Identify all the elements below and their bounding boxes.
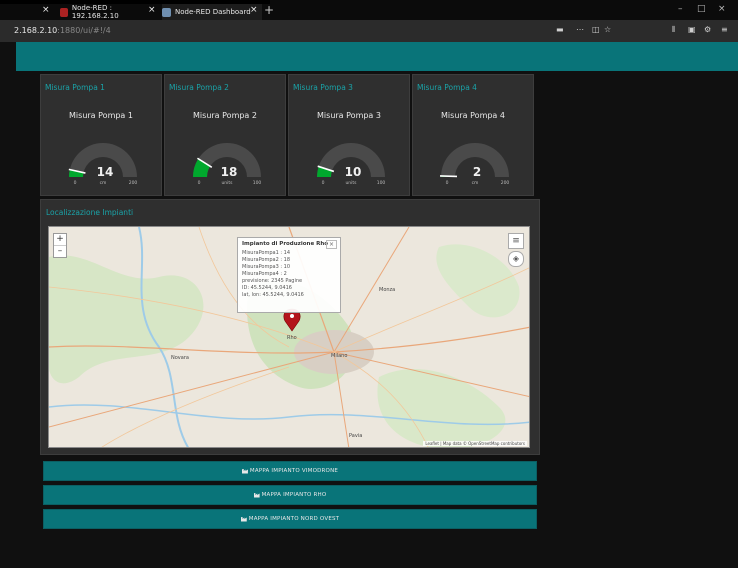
dashboard-favicon-icon <box>162 7 171 17</box>
factory-icon <box>253 492 260 498</box>
bookmark-star-icon[interactable]: ☆ <box>604 25 611 34</box>
gauge-max-label: 100 <box>377 180 386 185</box>
world-map[interactable]: Milano Rho Novara Monza Pavia + – ≡ ◈ × … <box>48 226 530 448</box>
minimize-icon[interactable]: – <box>678 4 683 14</box>
popup-row: MisuraPompa1 : 14 <box>242 250 291 256</box>
popup-row: previsione: 2345 Pagine <box>242 278 303 284</box>
gauge-group-pompa-3: Misura Pompa 3 Misura Pompa 3 10 0 units 10… <box>288 74 410 196</box>
gauge-pompa-1: 14 0 cm 200 <box>68 142 138 185</box>
maximize-icon[interactable]: □ <box>697 4 706 14</box>
popup-close-button[interactable]: × <box>325 240 337 249</box>
button-label: MAPPA IMPIANTO VIMODRONE <box>249 468 339 474</box>
gauge-group-pompa-4: Misura Pompa 4 Misura Pompa 4 2 0 cm 200 <box>412 74 534 196</box>
popup-row: lat, lon: 45.5244, 9.0416 <box>242 292 304 298</box>
gauge-max-label: 200 <box>129 180 138 185</box>
address-bar[interactable]: 2.168.2.10:1880/ui/#!/4 ▬ ⋯ ◫ ☆ ⫴ ▣ ⚙ ≡ <box>0 20 738 42</box>
sidebar-icon[interactable]: ▣ <box>688 25 696 34</box>
group-title: Misura Pompa 1 <box>45 83 105 92</box>
gauge-min-label: 0 <box>446 180 449 185</box>
mappa-impianto-rho-button[interactable]: MAPPA IMPIANTO RHO <box>43 485 537 505</box>
map-park-area <box>436 244 520 318</box>
map-park-area <box>377 369 506 447</box>
map-group: Localizzazione Impianti Milano Rho Novar… <box>40 199 540 455</box>
gauge-label: Misura Pompa 2 <box>193 111 257 120</box>
extension-icon[interactable]: ⚙ <box>704 25 711 34</box>
url-text[interactable]: 2.168.2.10:1880/ui/#!/4 <box>14 26 111 35</box>
gauge-value: 18 <box>221 165 238 179</box>
new-tab-icon[interactable]: + <box>264 3 274 17</box>
gauge-unit-label: units <box>345 180 357 185</box>
map-group-title: Localizzazione Impianti <box>46 208 134 217</box>
gauge-needle <box>439 175 458 178</box>
menu-icon[interactable]: ≡ <box>721 25 728 34</box>
gauge-pompa-4: 2 0 cm 200 <box>439 142 510 185</box>
factory-icon <box>240 516 247 522</box>
gauge-min-label: 0 <box>198 180 201 185</box>
gauge-unit-label: cm <box>100 181 107 185</box>
gauge-min-label: 0 <box>74 180 77 185</box>
page-actions-icon[interactable]: ⋯ <box>576 25 584 34</box>
popup-row: ID: 45.5244, 9.0416 <box>242 285 292 291</box>
factory-icon <box>241 468 248 474</box>
map-popup: × Impianto di Produzione Rho MisuraPompa… <box>237 237 341 313</box>
reader-mode-icon[interactable]: ▬ <box>556 25 564 34</box>
popup-row: MisuraPompa3 : 10 <box>242 264 291 270</box>
popup-row: MisuraPompa4 : 2 <box>242 271 287 277</box>
map-park-area <box>49 255 204 384</box>
gauge-group-pompa-2: Misura Pompa 2 Misura Pompa 2 18 0 units 10… <box>164 74 286 196</box>
tab-close-icon[interactable]: × <box>42 5 50 15</box>
tab-node-red-dashboard[interactable]: Node-RED Dashboard <box>162 4 262 20</box>
node-red-favicon-icon <box>60 7 68 17</box>
map-menu-icon[interactable]: ≡ <box>508 233 524 249</box>
gauge-value: 2 <box>473 165 481 179</box>
gauge-min-label: 0 <box>322 180 325 185</box>
tab-close-icon[interactable]: × <box>148 5 156 15</box>
group-title: Misura Pompa 3 <box>293 83 353 92</box>
button-label: MAPPA IMPIANTO NORD OVEST <box>248 516 340 522</box>
gauge-unit-label: units <box>221 180 233 185</box>
group-title: Misura Pompa 4 <box>417 83 477 92</box>
map-city-label: Monza <box>379 287 396 293</box>
gauge-pompa-3: 100 units 100 <box>317 142 386 185</box>
map-zoom-control: + – <box>53 233 67 258</box>
map-city-label: Pavia <box>349 433 363 439</box>
map-layers-icon[interactable]: ◈ <box>508 251 524 267</box>
map-attribution[interactable]: Leaflet | Map data © OpenStreetMap contr… <box>423 441 527 446</box>
map-city-label: Milano <box>331 353 348 359</box>
dashboard-title-bar <box>16 42 738 71</box>
map-marker-dot <box>290 314 294 318</box>
tab-node-red-editor[interactable]: Node-RED : 192.168.2.10 <box>60 4 150 20</box>
zoom-in-button[interactable]: + <box>54 234 66 246</box>
map-city-label: Novara <box>171 355 189 361</box>
zoom-out-button[interactable]: – <box>54 246 66 257</box>
close-window-icon[interactable]: × <box>718 4 726 14</box>
map-city-label: Rho <box>287 335 297 341</box>
gauge-group-pompa-1: Misura Pompa 1 Misura Pompa 1 14 0 cm 200 <box>40 74 162 196</box>
tab-label: Node-RED Dashboard <box>175 8 251 16</box>
tab-close-icon[interactable]: × <box>250 5 258 15</box>
gauge-pompa-2: 18 0 units 100 <box>193 142 262 185</box>
gauge-max-label: 200 <box>501 180 510 185</box>
browser-tab-bar: × Node-RED : 192.168.2.10 × Node-RED Das… <box>0 0 738 20</box>
tab-label: Node-RED : 192.168.2.10 <box>71 4 119 20</box>
pocket-icon[interactable]: ◫ <box>592 25 600 34</box>
button-label: MAPPA IMPIANTO RHO <box>261 492 327 498</box>
gauge-label: Misura Pompa 4 <box>441 111 505 120</box>
popup-title: Impianto di Produzione Rho <box>242 241 329 247</box>
popup-row: MisuraPompa2 : 18 <box>242 257 291 263</box>
map-road <box>333 227 410 353</box>
gauge-unit-label: cm <box>472 181 479 185</box>
gauge-label: Misura Pompa 3 <box>317 111 381 120</box>
gauge-value: 10 <box>345 165 362 179</box>
gauge-value: 14 <box>97 165 114 179</box>
mappa-impianto-nord-ovest-button[interactable]: MAPPA IMPIANTO NORD OVEST <box>43 509 537 529</box>
group-title: Misura Pompa 2 <box>169 83 229 92</box>
gauge-max-label: 100 <box>253 180 262 185</box>
mappa-impianto-vimodrone-button[interactable]: MAPPA IMPIANTO VIMODRONE <box>43 461 537 481</box>
gauge-label: Misura Pompa 1 <box>69 111 133 120</box>
library-icon[interactable]: ⫴ <box>672 25 675 35</box>
